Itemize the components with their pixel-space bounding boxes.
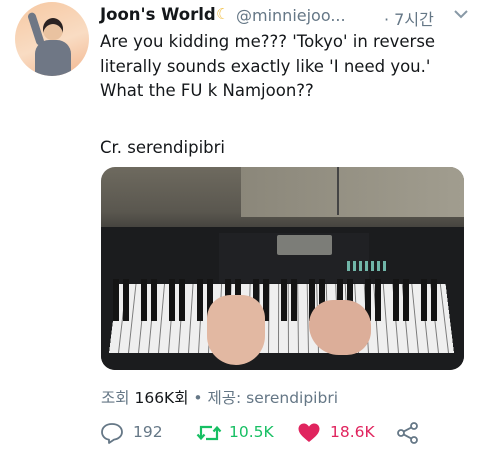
media-cable <box>337 167 339 215</box>
media-source[interactable]: 제공: serendipibri <box>208 389 338 407</box>
tweet-text: Are you kidding me??? 'Tokyo' in reverse… <box>100 30 470 104</box>
views-label: 조회 <box>101 389 130 407</box>
crescent-moon-icon: ☾ <box>216 5 229 23</box>
views-count: 166K회 <box>134 389 188 407</box>
media-wall <box>241 167 464 217</box>
chevron-down-icon[interactable] <box>450 3 472 25</box>
tweet-text-line: Are you kidding me??? 'Tokyo' in reverse <box>100 30 470 55</box>
credit-line: Cr. serendipibri <box>100 138 225 157</box>
avatar[interactable] <box>15 2 89 76</box>
heart-icon <box>297 422 321 444</box>
media-video[interactable] <box>101 167 464 370</box>
reply-count: 192 <box>133 423 163 441</box>
media-keyboard-display <box>277 235 332 255</box>
reply-icon <box>100 422 124 444</box>
media-black-keys <box>113 279 448 321</box>
media-keyboard-lights <box>347 261 387 271</box>
stats-separator: • <box>193 389 202 407</box>
tweet-header: Joon's World ☾ @minniejoo... · 7시간 <box>100 5 470 27</box>
media-left-hand <box>207 295 265 365</box>
media-right-hand <box>309 300 371 355</box>
retweet-count: 10.5K <box>229 423 274 441</box>
view-stats: 조회 166K회 • 제공: serendipibri <box>101 386 338 408</box>
like-count: 18.6K <box>330 423 375 441</box>
avatar-head <box>43 18 63 40</box>
share-icon <box>396 422 420 444</box>
user-handle[interactable]: @minniejoo... <box>236 6 346 25</box>
tweet-text-line: literally sounds exactly like 'I need yo… <box>100 55 470 80</box>
avatar-body <box>35 40 71 76</box>
display-name[interactable]: Joon's World <box>100 5 216 24</box>
tweet-time[interactable]: · 7시간 <box>384 6 434 30</box>
retweet-icon <box>196 422 222 444</box>
tweet-actions: 192 10.5K 18.6K <box>100 418 470 448</box>
tweet-text-line: What the FU k Namjoon?? <box>100 79 470 104</box>
